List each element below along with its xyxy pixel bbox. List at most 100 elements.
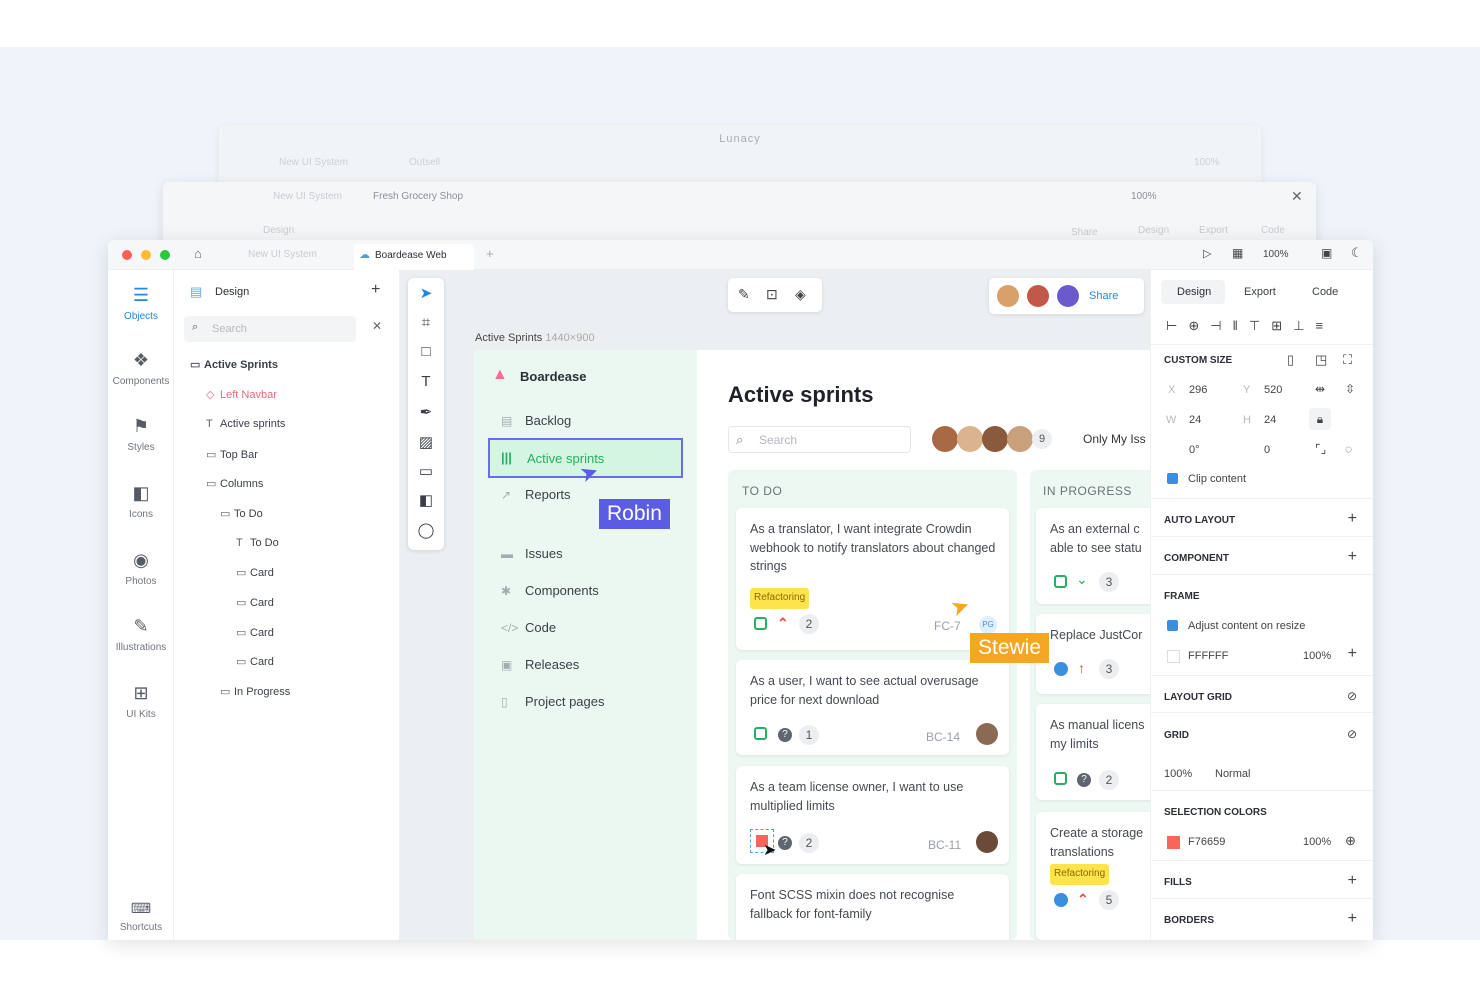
panel-icon[interactable]: ▣ xyxy=(1321,246,1332,260)
rectangle-icon[interactable]: □ xyxy=(408,343,444,360)
independent-corners-icon[interactable]: ◌ xyxy=(1345,442,1352,456)
share-button[interactable]: Share xyxy=(1089,290,1118,302)
tab-fresh-grocery-shop[interactable]: Fresh Grocery Shop xyxy=(373,191,463,202)
x-field[interactable]: 296 xyxy=(1189,384,1207,396)
corners-icon[interactable]: ⌜⌟ xyxy=(1315,442,1326,456)
add-fill-button[interactable]: + xyxy=(1348,872,1357,890)
issue-card[interactable]: As a team license owner, I want to use m… xyxy=(736,766,1009,864)
zoom-level[interactable]: 100% xyxy=(1194,157,1220,168)
only-my-issues-filter[interactable]: Only My Iss xyxy=(1083,432,1146,446)
board-search[interactable]: ⌕ Search xyxy=(728,426,911,453)
crop-icon[interactable]: ⊡ xyxy=(766,286,778,303)
fullscreen-icon[interactable]: ⛶ xyxy=(1343,352,1352,368)
page-selector[interactable]: Design xyxy=(215,286,249,298)
search-input[interactable]: Search xyxy=(212,323,247,335)
avatar-count[interactable]: 9 xyxy=(1032,429,1052,449)
nav-objects[interactable]: ☰ Objects xyxy=(108,285,174,322)
nav-components[interactable]: ❖ Components xyxy=(108,350,174,387)
collapse-icon[interactable]: ✕ xyxy=(372,319,382,333)
issue-card[interactable]: Create a storage translations Refactorin… xyxy=(1036,812,1150,940)
align-icons[interactable]: ⊢⊕⊣‖⊤⊞⊥≡ xyxy=(1166,318,1334,334)
issue-card[interactable]: As manual licens my limits ? 2 xyxy=(1036,704,1150,800)
eye-off-icon[interactable]: ⊘ xyxy=(1347,727,1357,741)
fill-hex[interactable]: FFFFFF xyxy=(1188,650,1228,662)
nav-illustrations[interactable]: ✎ Illustrations xyxy=(108,616,174,653)
fill-opacity[interactable]: 100% xyxy=(1303,650,1331,662)
share-button[interactable]: Share xyxy=(1071,227,1098,238)
menu-releases[interactable]: ▣ Releases xyxy=(501,657,579,672)
add-fill-button[interactable]: + xyxy=(1348,645,1357,663)
avatar[interactable] xyxy=(997,285,1019,307)
selection-color-swatch[interactable] xyxy=(1167,836,1180,849)
fill-swatch[interactable] xyxy=(1167,650,1180,663)
add-border-button[interactable]: + xyxy=(1348,910,1357,928)
page-icon[interactable]: ▯ xyxy=(1287,352,1294,368)
issue-card[interactable]: As an external c able to see statu ⌄ 3 xyxy=(1036,508,1150,604)
layer-card[interactable]: ▭ Card xyxy=(236,566,274,579)
issue-card[interactable]: As a translator, I want integrate Crowdi… xyxy=(736,508,1009,650)
lock-icon[interactable]: 🔒︎ xyxy=(1309,408,1331,430)
avatar[interactable] xyxy=(957,426,983,452)
tab-design[interactable]: Design xyxy=(1138,225,1169,236)
icons-icon[interactable]: ◧ xyxy=(408,491,444,509)
layer-active-sprints[interactable]: ▭ Active Sprints xyxy=(190,358,278,371)
layer-card[interactable]: ▭ Card xyxy=(236,596,274,609)
target-icon[interactable]: ⊕ xyxy=(1345,833,1356,849)
tab-outsell[interactable]: Outsell xyxy=(409,157,440,168)
pointer-icon[interactable]: ➤ xyxy=(408,284,444,302)
selection-color-hex[interactable]: F76659 xyxy=(1188,836,1225,848)
zoom-level[interactable]: 100% xyxy=(1263,249,1289,260)
nav-shortcuts[interactable]: ⌨ Shortcuts xyxy=(108,900,174,933)
issue-card[interactable]: As a user, I want to see actual overusag… xyxy=(736,660,1009,755)
zoom-level[interactable]: 100% xyxy=(1131,191,1157,202)
layer-columns[interactable]: ▭ Columns xyxy=(206,477,263,490)
tab-new-ui-system[interactable]: New UI System xyxy=(279,157,348,168)
pencil-icon[interactable]: ✎ xyxy=(738,286,750,303)
menu-components[interactable]: ✱ Components xyxy=(501,583,599,598)
new-tab-button[interactable]: + xyxy=(486,246,494,261)
tab-export[interactable]: Export xyxy=(1199,225,1228,236)
layer-active-sprints-text[interactable]: T Active sprints xyxy=(206,418,285,430)
minimize-window-button[interactable] xyxy=(141,250,151,260)
search-input[interactable]: Search xyxy=(759,433,797,447)
layer-left-navbar[interactable]: ◇ Left Navbar xyxy=(206,388,277,401)
add-page-button[interactable]: + xyxy=(371,281,380,299)
text-icon[interactable]: T xyxy=(408,373,444,390)
layer-card[interactable]: ▭ Card xyxy=(236,655,274,668)
avatar[interactable] xyxy=(1027,285,1049,307)
grid-opacity[interactable]: 100% xyxy=(1164,768,1192,780)
layer-in-progress[interactable]: ▭ In Progress xyxy=(220,685,290,698)
menu-issues[interactable]: ▬ Issues xyxy=(501,546,563,561)
frame-icon[interactable]: ⌗ xyxy=(408,314,444,331)
menu-reports[interactable]: ↗ Reports xyxy=(501,487,571,502)
component-icon[interactable]: ◈ xyxy=(795,286,806,303)
input-icon[interactable]: ▭ xyxy=(408,462,444,480)
custom-size-label[interactable]: CUSTOM SIZE xyxy=(1164,355,1232,366)
clip-content-checkbox[interactable] xyxy=(1167,473,1178,484)
selection-color-opacity[interactable]: 100% xyxy=(1303,836,1331,848)
image-icon[interactable]: ▨ xyxy=(408,433,444,451)
comment-icon[interactable]: ◯ xyxy=(408,521,444,539)
layer-top-bar[interactable]: ▭ Top Bar xyxy=(206,448,258,461)
tab-code[interactable]: Code xyxy=(1261,225,1285,236)
tab-new-ui-system[interactable]: New UI System xyxy=(248,249,317,260)
maximize-window-button[interactable] xyxy=(160,250,170,260)
close-icon[interactable]: ✕ xyxy=(1291,188,1303,205)
menu-backlog[interactable]: ▤ Backlog xyxy=(501,413,571,428)
menu-project-pages[interactable]: ▯ Project pages xyxy=(501,694,605,709)
nav-styles[interactable]: ⚑ Styles xyxy=(108,416,174,453)
grid-mode-select[interactable]: Normal xyxy=(1215,768,1250,780)
layers-search[interactable]: ⌕ Search xyxy=(184,316,356,342)
grid-icon[interactable]: ▦ xyxy=(1232,246,1243,260)
add-auto-layout-button[interactable]: + xyxy=(1348,510,1357,528)
tab-boardease-web[interactable]: ☁ Boardease Web xyxy=(354,244,474,270)
pen-icon[interactable]: ✒ xyxy=(408,403,444,421)
resize-icon[interactable]: ◳ xyxy=(1315,352,1327,368)
avatar[interactable] xyxy=(1007,426,1033,452)
radius-field[interactable]: 0 xyxy=(1264,444,1270,456)
menu-code[interactable]: </> Code xyxy=(501,620,556,635)
page-design[interactable]: Design xyxy=(263,225,294,236)
avatar[interactable] xyxy=(982,426,1008,452)
eye-off-icon[interactable]: ⊘ xyxy=(1347,689,1357,703)
avatar[interactable] xyxy=(932,426,958,452)
